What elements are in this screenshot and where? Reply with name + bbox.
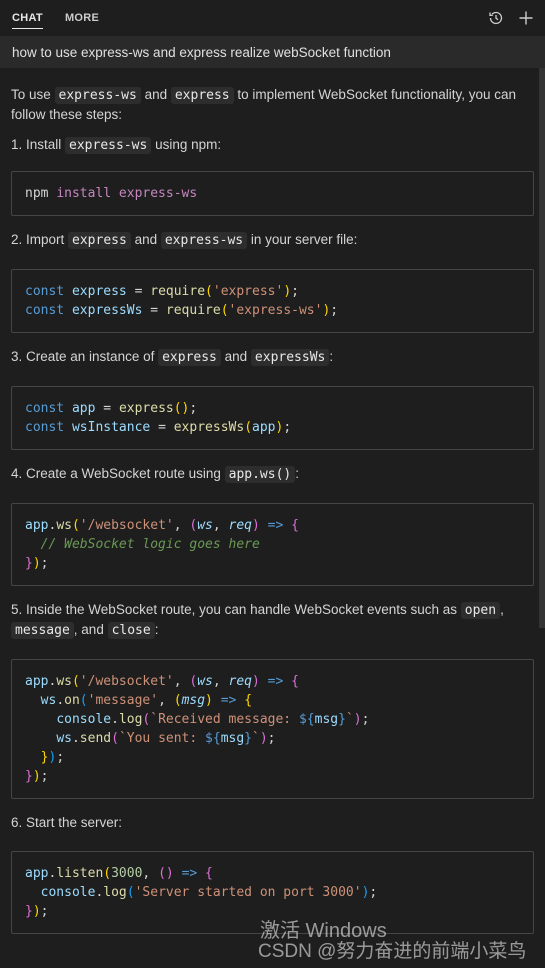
step-text: 1. Install — [11, 137, 66, 152]
step-text: 6. Start the server: — [11, 815, 123, 830]
chat-header: CHAT MORE — [0, 0, 545, 36]
step-text: 2. Import — [11, 232, 69, 247]
step-text: : — [329, 349, 334, 364]
step-text: 3. Create an instance of — [11, 349, 159, 364]
code-block-import[interactable]: const express = require('express'); cons… — [11, 269, 534, 333]
step-text: and — [130, 232, 161, 247]
inline-code: express-ws — [160, 232, 248, 249]
csdn-watermark: CSDN @努力奋进的前端小菜鸟 — [258, 941, 527, 962]
step-3-text: 3. Create an instance of express and exp… — [11, 347, 534, 367]
intro-text: and — [140, 87, 171, 102]
code-block-instance[interactable]: const app = express(); const wsInstance … — [11, 386, 534, 450]
inline-code: express — [170, 87, 234, 104]
inline-code: express-ws — [65, 137, 152, 154]
header-actions — [487, 9, 535, 27]
scrollbar[interactable] — [539, 68, 545, 628]
assistant-response: To use express-ws and express to impleme… — [0, 85, 545, 934]
inline-code: app.ws() — [224, 466, 296, 483]
step-text: : — [295, 466, 300, 481]
inline-code: express — [68, 232, 131, 249]
step-text: using npm: — [151, 137, 222, 152]
plus-icon[interactable] — [517, 9, 535, 27]
inline-code: expressWs — [250, 349, 330, 366]
tab-bar: CHAT MORE — [12, 0, 99, 36]
inline-code: message — [11, 622, 74, 639]
step-text: : — [154, 622, 159, 637]
question-text: how to use express-ws and express realiz… — [12, 44, 391, 60]
step-text: in your server file: — [247, 232, 358, 247]
code-block-events[interactable]: app.ws('/websocket', (ws, req) => { ws.o… — [11, 659, 534, 799]
step-5-text: 5. Inside the WebSocket route, you can h… — [11, 600, 534, 640]
inline-code: close — [107, 622, 155, 639]
intro-paragraph: To use express-ws and express to impleme… — [11, 85, 534, 124]
inline-code: express-ws — [54, 87, 141, 104]
code-block-route[interactable]: app.ws('/websocket', (ws, req) => { // W… — [11, 503, 534, 586]
step-6-text: 6. Start the server: — [11, 813, 534, 832]
step-text: and — [220, 349, 251, 364]
step-text: 4. Create a WebSocket route using — [11, 466, 225, 481]
user-question: how to use express-ws and express realiz… — [0, 36, 545, 68]
code-block-npm[interactable]: npm install express-ws — [11, 171, 534, 216]
step-text: , — [500, 602, 504, 617]
intro-text: To use — [11, 87, 55, 102]
step-4-text: 4. Create a WebSocket route using app.ws… — [11, 464, 534, 484]
tab-chat[interactable]: CHAT — [12, 0, 43, 36]
step-text: 5. Inside the WebSocket route, you can h… — [11, 602, 461, 617]
step-2-text: 2. Import express and express-ws in your… — [11, 230, 534, 250]
inline-code: express — [158, 349, 221, 366]
history-icon[interactable] — [487, 9, 505, 27]
tab-more[interactable]: MORE — [65, 0, 99, 36]
step-text: , and — [73, 622, 108, 637]
step-1-text: 1. Install express-ws using npm: — [11, 135, 534, 155]
inline-code: open — [460, 602, 501, 619]
